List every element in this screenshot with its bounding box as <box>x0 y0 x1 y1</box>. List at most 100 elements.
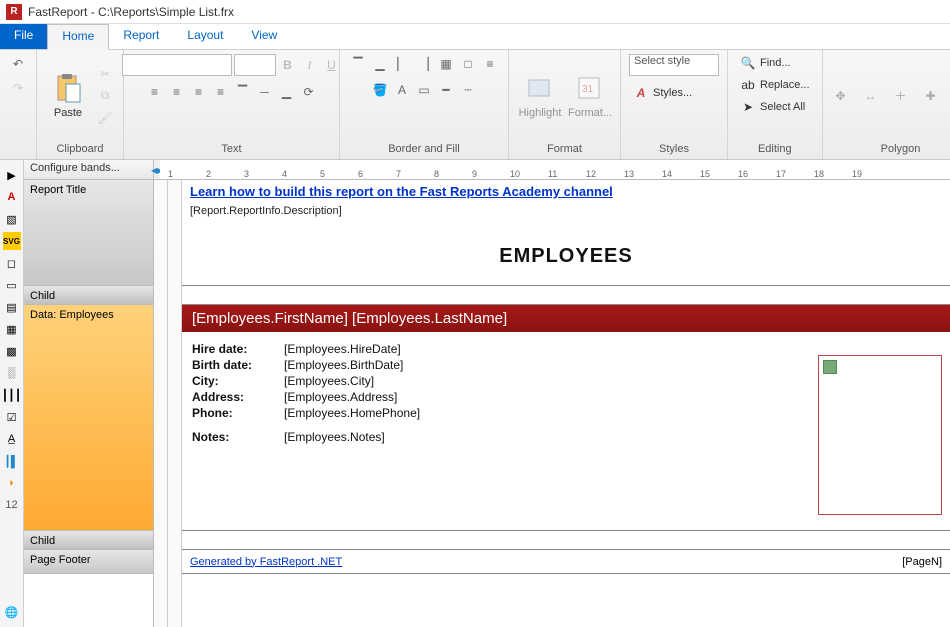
fill-color-button[interactable]: 🪣 <box>370 80 390 100</box>
band-report-title[interactable]: Report Title <box>24 180 153 286</box>
style-select[interactable]: Select style <box>629 54 719 76</box>
city-value[interactable]: [Employees.City] <box>284 374 374 388</box>
richtext-tool[interactable]: A̲ <box>3 430 21 448</box>
align-justify-button[interactable]: ≡ <box>211 82 231 102</box>
align-center-button[interactable]: ≡ <box>167 82 187 102</box>
tab-view[interactable]: View <box>237 24 291 49</box>
styles-button[interactable]: A Styles... <box>629 84 696 102</box>
border-none-button[interactable]: □ <box>458 54 478 74</box>
report-title-section[interactable]: Learn how to build this report on the Fa… <box>182 180 950 286</box>
band-child-2[interactable]: Child <box>24 531 153 550</box>
child-section-2[interactable] <box>182 531 950 550</box>
polygon-scale-button[interactable]: ↔ <box>861 86 881 106</box>
tab-layout[interactable]: Layout <box>173 24 237 49</box>
phone-label[interactable]: Phone: <box>192 406 282 420</box>
line-tool[interactable]: ▭ <box>3 276 21 294</box>
data-section[interactable]: [Employees.FirstName] [Employees.LastNam… <box>182 305 950 531</box>
bold-button[interactable]: B <box>278 55 298 75</box>
child-section-1[interactable] <box>182 286 950 305</box>
border-top-button[interactable]: ▔ <box>348 54 368 74</box>
select-tool[interactable]: ▶ <box>3 166 21 184</box>
border-width-button[interactable]: ━ <box>436 80 456 100</box>
report-page[interactable]: Learn how to build this report on the Fa… <box>182 180 950 627</box>
border-style-button[interactable]: ≡ <box>480 54 500 74</box>
svg-tool[interactable]: SVG <box>3 232 21 250</box>
horizontal-ruler[interactable]: 12345678910111213141516171819 <box>160 160 950 180</box>
border-all-button[interactable]: ▦ <box>436 54 456 74</box>
copy-button[interactable]: ⧉ <box>95 86 115 106</box>
polygon-add-button[interactable]: ＋ <box>891 86 911 106</box>
format-painter-button[interactable]: 🖌 <box>95 108 115 128</box>
polygon-move-button[interactable]: ✥ <box>831 86 851 106</box>
hiredate-label[interactable]: Hire date: <box>192 342 282 356</box>
birthdate-value[interactable]: [Employees.BirthDate] <box>284 358 403 372</box>
text-tool[interactable]: A <box>3 188 21 206</box>
ribbon-group-borderfill: ▔ ▁ ▏ ▕ ▦ □ ≡ 🪣 A ▭ ━ ┄ Border and Fill <box>340 50 509 159</box>
valign-bottom-button[interactable]: ▁ <box>277 82 297 102</box>
font-family-select[interactable] <box>122 54 232 76</box>
employee-name-bar[interactable]: [Employees.FirstName] [Employees.LastNam… <box>182 305 950 332</box>
picture-tool[interactable]: ▧ <box>3 210 21 228</box>
description-expression[interactable]: [Report.ReportInfo.Description] <box>182 203 950 219</box>
align-right-button[interactable]: ≡ <box>189 82 209 102</box>
border-dash-button[interactable]: ┄ <box>458 80 478 100</box>
notes-value[interactable]: [Employees.Notes] <box>284 430 385 444</box>
globe-icon[interactable]: 🌐 <box>3 603 21 621</box>
barcode-tool[interactable]: ┃┃┃ <box>3 386 21 404</box>
paste-button[interactable]: Paste <box>45 68 91 124</box>
border-color-button[interactable]: ▭ <box>414 80 434 100</box>
band-child-1[interactable]: Child <box>24 286 153 305</box>
hiredate-value[interactable]: [Employees.HireDate] <box>284 342 401 356</box>
vertical-ruler[interactable] <box>154 180 168 627</box>
align-left-button[interactable]: ≡ <box>145 82 165 102</box>
shape-tool[interactable]: ◻ <box>3 254 21 272</box>
chart-tool[interactable]: ░ <box>3 364 21 382</box>
font-size-select[interactable] <box>234 54 276 76</box>
matrix-tool[interactable]: ▩ <box>3 342 21 360</box>
valign-middle-button[interactable]: ─ <box>255 82 275 102</box>
border-right-button[interactable]: ▕ <box>414 54 434 74</box>
font-color-button[interactable]: A <box>392 80 412 100</box>
tab-report[interactable]: Report <box>109 24 173 49</box>
undo-button[interactable]: ↶ <box>8 54 28 74</box>
band-data-employees[interactable]: Data: Employees <box>24 305 153 531</box>
tab-file[interactable]: File <box>0 24 47 49</box>
border-bottom-button[interactable]: ▁ <box>370 54 390 74</box>
address-label[interactable]: Address: <box>192 390 282 404</box>
generated-by-link[interactable]: Generated by FastReport .NET <box>190 556 342 568</box>
highlight-icon <box>524 73 556 105</box>
city-label[interactable]: City: <box>192 374 282 388</box>
academy-link[interactable]: Learn how to build this report on the Fa… <box>182 180 950 203</box>
tab-home[interactable]: Home <box>47 24 109 50</box>
report-heading[interactable]: EMPLOYEES <box>182 245 950 268</box>
underline-button[interactable]: U <box>322 55 342 75</box>
checkbox-tool[interactable]: ☑ <box>3 408 21 426</box>
italic-button[interactable]: I <box>300 55 320 75</box>
gauge-tool[interactable]: ◗ <box>3 474 21 492</box>
digital-tool[interactable]: 12 <box>3 496 21 514</box>
valign-top-button[interactable]: ▔ <box>233 82 253 102</box>
replace-button[interactable]: abReplace... <box>736 76 814 94</box>
polygon-addpoint-button[interactable]: ✚ <box>921 86 941 106</box>
border-left-button[interactable]: ▏ <box>392 54 412 74</box>
format-button[interactable]: 31 Format... <box>567 68 613 124</box>
text-rotate-button[interactable]: ⟳ <box>299 82 319 102</box>
find-button[interactable]: 🔍Find... <box>736 54 795 72</box>
birthdate-label[interactable]: Birth date: <box>192 358 282 372</box>
band-page-footer[interactable]: Page Footer <box>24 550 153 574</box>
configure-bands-button[interactable]: Configure bands... <box>24 160 153 180</box>
page-number-expr[interactable]: [PageN] <box>902 556 942 568</box>
format-icon: 31 <box>574 73 606 105</box>
cut-button[interactable]: ✂ <box>95 64 115 84</box>
table-tool[interactable]: ▦ <box>3 320 21 338</box>
redo-button[interactable]: ↷ <box>8 78 28 98</box>
selectall-button[interactable]: ➤Select All <box>736 98 809 116</box>
sparkline-tool[interactable]: ┃▌ <box>3 452 21 470</box>
page-footer-section[interactable]: Generated by FastReport .NET [PageN] <box>182 550 950 574</box>
phone-value[interactable]: [Employees.HomePhone] <box>284 406 420 420</box>
address-value[interactable]: [Employees.Address] <box>284 390 397 404</box>
notes-label[interactable]: Notes: <box>192 430 282 444</box>
employee-photo-box[interactable] <box>818 355 942 515</box>
highlight-button[interactable]: Highlight <box>517 68 563 124</box>
subreport-tool[interactable]: ▤ <box>3 298 21 316</box>
